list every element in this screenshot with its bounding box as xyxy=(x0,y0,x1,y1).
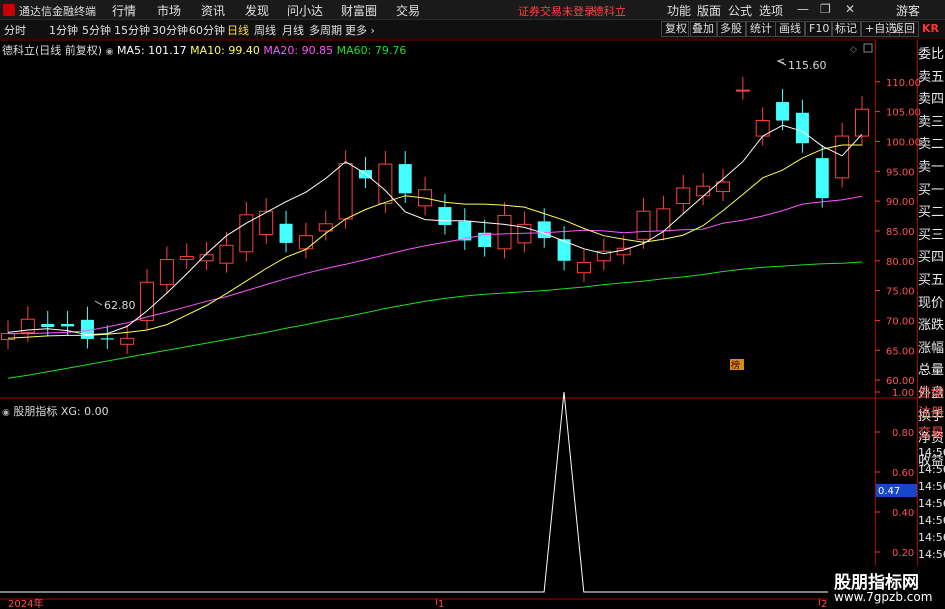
side-panel-item[interactable]: 卖二 xyxy=(918,134,945,157)
candle-down[interactable] xyxy=(398,164,412,194)
candle-up[interactable] xyxy=(835,135,850,179)
side-panel-item[interactable]: 现价 xyxy=(918,293,945,316)
side-panel-item[interactable]: 委比 xyxy=(918,44,945,67)
trade-panel-item: 14:56 xyxy=(918,463,945,476)
price-axis-label: 70.00 xyxy=(886,316,915,327)
sub-axis-label: 0.60 xyxy=(892,468,914,479)
side-panel-item[interactable]: 涨跌 xyxy=(918,315,945,338)
candle-down[interactable] xyxy=(41,324,55,327)
main-chart-header: 德科立(日线 前复权) ◉ MA5: 101.17 MA10: 99.40 MA… xyxy=(2,42,406,58)
trade-panel-item[interactable]: 注册 xyxy=(918,404,945,424)
candle-up[interactable] xyxy=(497,214,512,250)
side-panel-item[interactable]: 卖五 xyxy=(918,67,945,90)
candle-up[interactable] xyxy=(120,337,135,345)
ma60-value: MA60: 79.76 xyxy=(336,44,407,57)
price-axis-label: 110.00 xyxy=(886,78,921,89)
candle-up[interactable] xyxy=(179,256,194,261)
candle-down[interactable] xyxy=(776,102,790,121)
trade-panel-item[interactable]: 交易 xyxy=(918,424,945,444)
site-watermark: 股朋指标网 www.7gpzb.com xyxy=(828,566,945,609)
candle-up[interactable] xyxy=(616,247,631,256)
price-axis-label: 90.00 xyxy=(886,197,915,208)
kline-chart[interactable]: 110.00 105.00 100.00 95.00 90.00 85.00 80.00 75… xyxy=(0,0,945,609)
chart-expand-icon[interactable] xyxy=(863,43,873,53)
high-price-label: 115.60 xyxy=(788,59,827,72)
dropdown-icon[interactable]: ◉ xyxy=(106,47,114,57)
price-axis-label: 60.00 xyxy=(886,376,915,387)
candle-down[interactable] xyxy=(279,223,293,243)
chart-setting-icon[interactable]: ◇ xyxy=(850,45,857,55)
trade-panel-item: 14:56 xyxy=(918,548,945,561)
side-panel-item[interactable]: 买五 xyxy=(918,270,945,293)
trade-panel-item: 14:56 xyxy=(918,480,945,493)
indicator-title[interactable]: 股朋指标 xyxy=(13,405,57,418)
candle-up[interactable] xyxy=(1,333,15,341)
candle-down[interactable] xyxy=(795,112,809,144)
candle-up[interactable] xyxy=(636,210,651,240)
candle-up[interactable] xyxy=(219,244,234,264)
sub-axis-label: 0.80 xyxy=(892,428,914,439)
price-axis-label: 75.00 xyxy=(886,287,915,298)
side-panel-item[interactable]: 卖三 xyxy=(918,112,945,135)
candle-down[interactable] xyxy=(438,207,452,225)
x-axis-label-year: 2024年 xyxy=(8,597,43,609)
trade-panel-item: 14:56 xyxy=(918,497,945,510)
trade-panel-item: 14:56 xyxy=(918,514,945,527)
x-axis-label-1: 1 xyxy=(438,599,444,609)
candle-up[interactable] xyxy=(855,108,869,137)
main-chart-title: 德科立(日线 前复权) xyxy=(2,44,103,57)
candle-up[interactable] xyxy=(338,163,353,220)
low-price-label: 62.80 xyxy=(104,299,136,312)
candle-up[interactable] xyxy=(676,187,691,204)
candle-up[interactable] xyxy=(298,235,313,250)
candle-down[interactable] xyxy=(815,158,829,199)
side-panel-item[interactable]: 总量 xyxy=(918,360,945,383)
ma10-value: MA10: 99.40 xyxy=(190,44,260,57)
sub-chart-header: ◉ 股朋指标 XG: 0.00 xyxy=(2,403,109,419)
side-panel-item[interactable]: 涨幅 xyxy=(918,338,945,361)
ma10-line xyxy=(7,144,862,339)
price-axis-label: 100.00 xyxy=(886,137,921,148)
side-panel-item[interactable]: 卖四 xyxy=(918,89,945,112)
sub-axis-label: 0.40 xyxy=(892,508,914,519)
price-axis-label: 85.00 xyxy=(886,227,915,238)
ma20-line xyxy=(8,195,863,335)
candle-up[interactable] xyxy=(378,163,393,204)
price-axis-label: 65.00 xyxy=(886,346,915,357)
ma20-value: MA20: 90.85 xyxy=(263,44,334,57)
trade-panel-item: 14:56 xyxy=(918,446,945,459)
cursor-value-label: 0.47 xyxy=(878,486,900,497)
sub-axis-label: 1.00 xyxy=(892,388,914,399)
sub-axis-label: 0.20 xyxy=(892,548,914,559)
trade-panel-item: 14:56 xyxy=(918,531,945,544)
candle-down[interactable] xyxy=(100,338,114,340)
ma5-value: MA5: 101.17 xyxy=(116,44,187,57)
xg-value: XG: 0.00 xyxy=(60,405,109,418)
side-panel-item[interactable]: 买四 xyxy=(918,247,945,270)
candle-up[interactable] xyxy=(696,185,711,197)
side-panel-item[interactable]: 买三 xyxy=(918,225,945,248)
side-panel-item[interactable]: 卖一 xyxy=(918,157,945,180)
candle-up[interactable] xyxy=(159,259,174,286)
ma5-line xyxy=(7,124,863,336)
side-panel-item[interactable]: 买二 xyxy=(918,202,945,225)
trade-panel-item[interactable]: 自动 xyxy=(918,384,945,404)
side-panel-item[interactable]: 买一 xyxy=(918,180,945,203)
xg-signal-line xyxy=(0,391,875,593)
rank-badge-icon[interactable]: 榜 xyxy=(731,359,740,371)
price-axis-label: 105.00 xyxy=(886,108,921,119)
x-axis-label-2: 2 xyxy=(821,599,827,609)
price-axis-label: 80.00 xyxy=(886,257,915,268)
candle-down[interactable] xyxy=(61,324,75,327)
indicator-icon[interactable]: ◉ xyxy=(2,408,10,418)
watermark-url: www.7gpzb.com xyxy=(834,590,933,604)
price-axis-label: 95.00 xyxy=(886,167,915,178)
candle-up[interactable] xyxy=(576,262,591,274)
candle-up[interactable] xyxy=(735,89,750,92)
